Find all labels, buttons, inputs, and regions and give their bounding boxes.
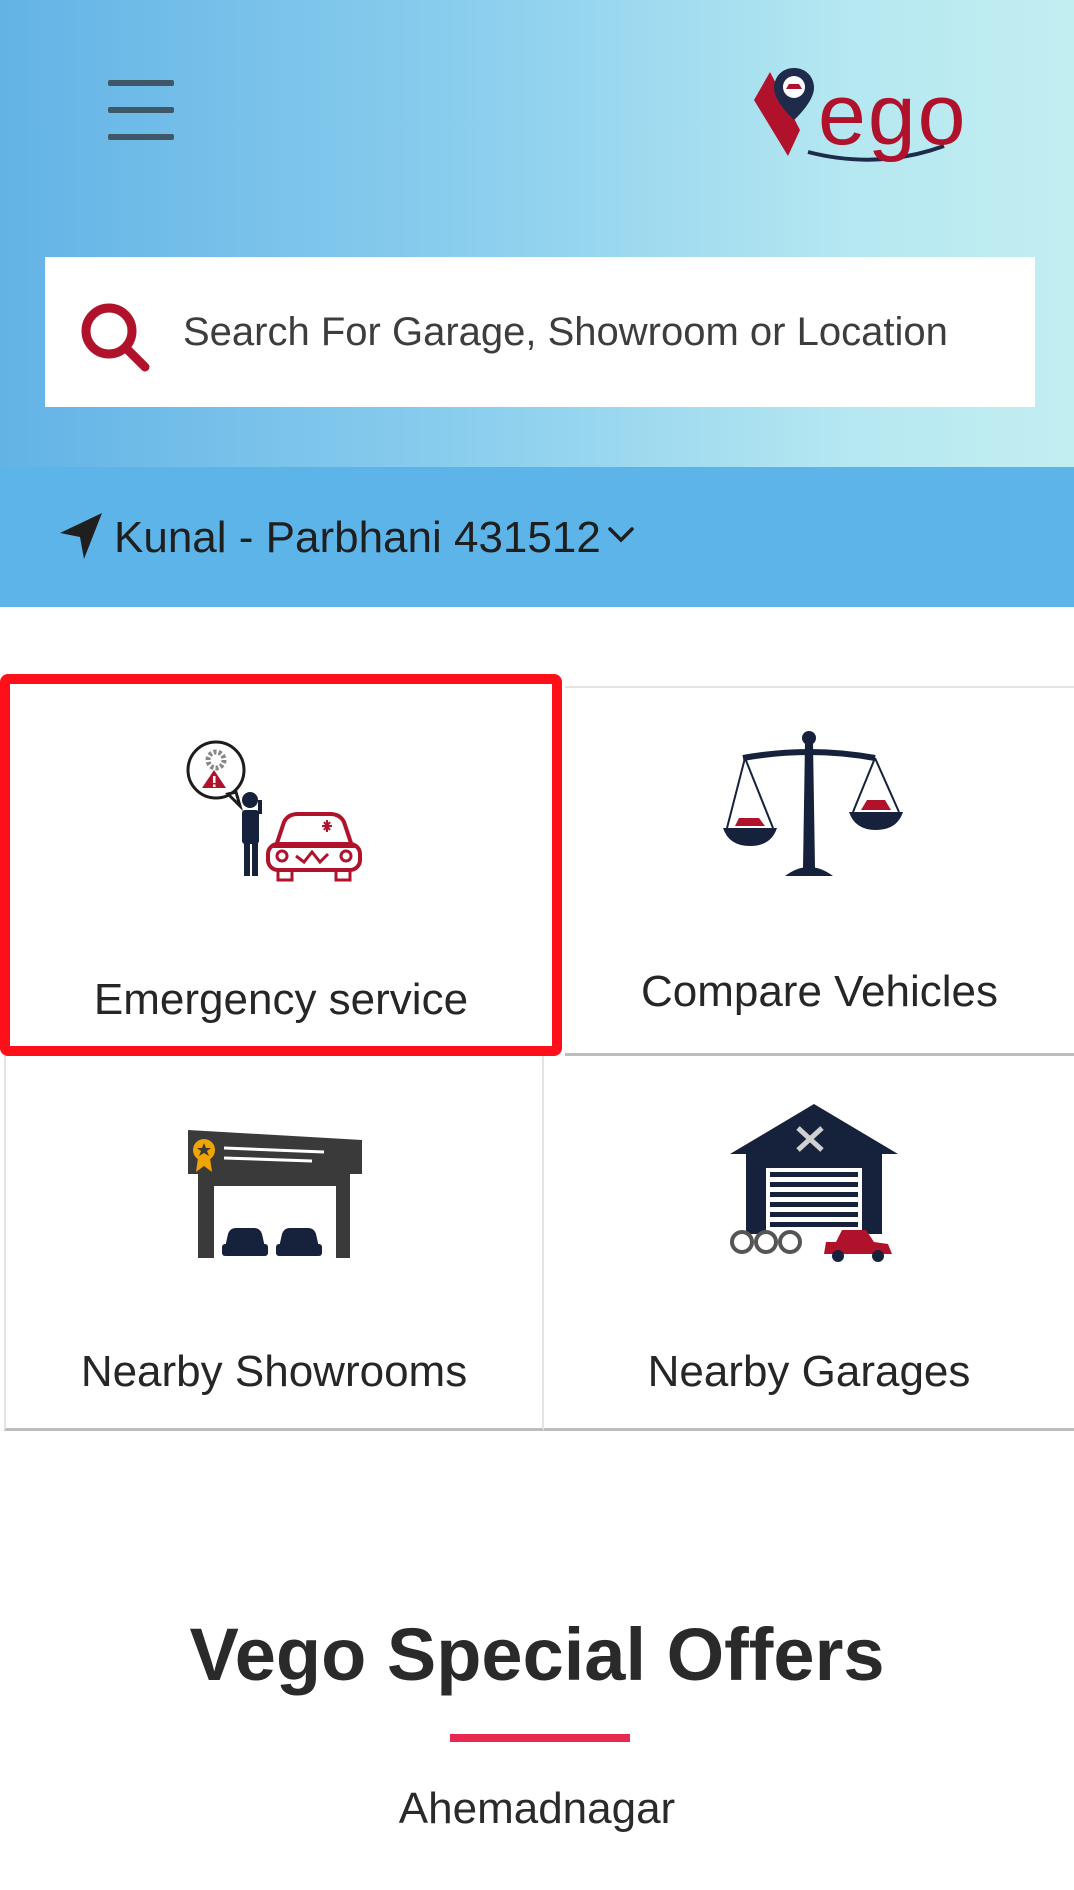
special-offers-title: Vego Special Offers — [189, 1613, 885, 1696]
emergency-service-tile[interactable]: Emergency service — [0, 674, 562, 1056]
garage-icon — [730, 1104, 898, 1262]
vego-logo[interactable]: ego — [748, 60, 986, 170]
app-screen: ego Search For Garage, Showroom or Locat… — [0, 0, 1074, 1890]
emergency-service-label: Emergency service — [93, 975, 469, 1024]
search-input[interactable]: Search For Garage, Showroom or Location — [183, 307, 948, 357]
nearby-garages-label: Nearby Garages — [647, 1347, 971, 1396]
compare-vehicles-label: Compare Vehicles — [640, 967, 999, 1016]
search-icon — [81, 303, 150, 372]
location-bar[interactable]: Kunal - Parbhani 431512 — [0, 467, 1074, 607]
hamburger-menu-icon[interactable] — [108, 80, 182, 140]
offers-city-label: Ahemadnagar — [398, 1784, 676, 1833]
location-label[interactable]: Kunal - Parbhani 431512 — [114, 511, 601, 565]
showroom-icon — [188, 1130, 362, 1258]
title-underline — [450, 1734, 630, 1742]
navigation-arrow-icon — [60, 513, 102, 559]
nearby-showrooms-tile[interactable]: Nearby Showrooms — [4, 1056, 544, 1431]
balance-scale-icon — [723, 731, 903, 876]
chevron-down-icon[interactable] — [606, 519, 636, 549]
search-bar[interactable]: Search For Garage, Showroom or Location — [45, 257, 1035, 407]
nearby-garages-tile[interactable]: Nearby Garages — [544, 1056, 1074, 1431]
emergency-breakdown-icon — [186, 740, 362, 882]
compare-vehicles-tile[interactable]: Compare Vehicles — [565, 686, 1074, 1056]
nearby-showrooms-label: Nearby Showrooms — [80, 1347, 468, 1396]
logo-wordmark: ego — [818, 67, 968, 163]
header: ego Search For Garage, Showroom or Locat… — [0, 0, 1074, 467]
